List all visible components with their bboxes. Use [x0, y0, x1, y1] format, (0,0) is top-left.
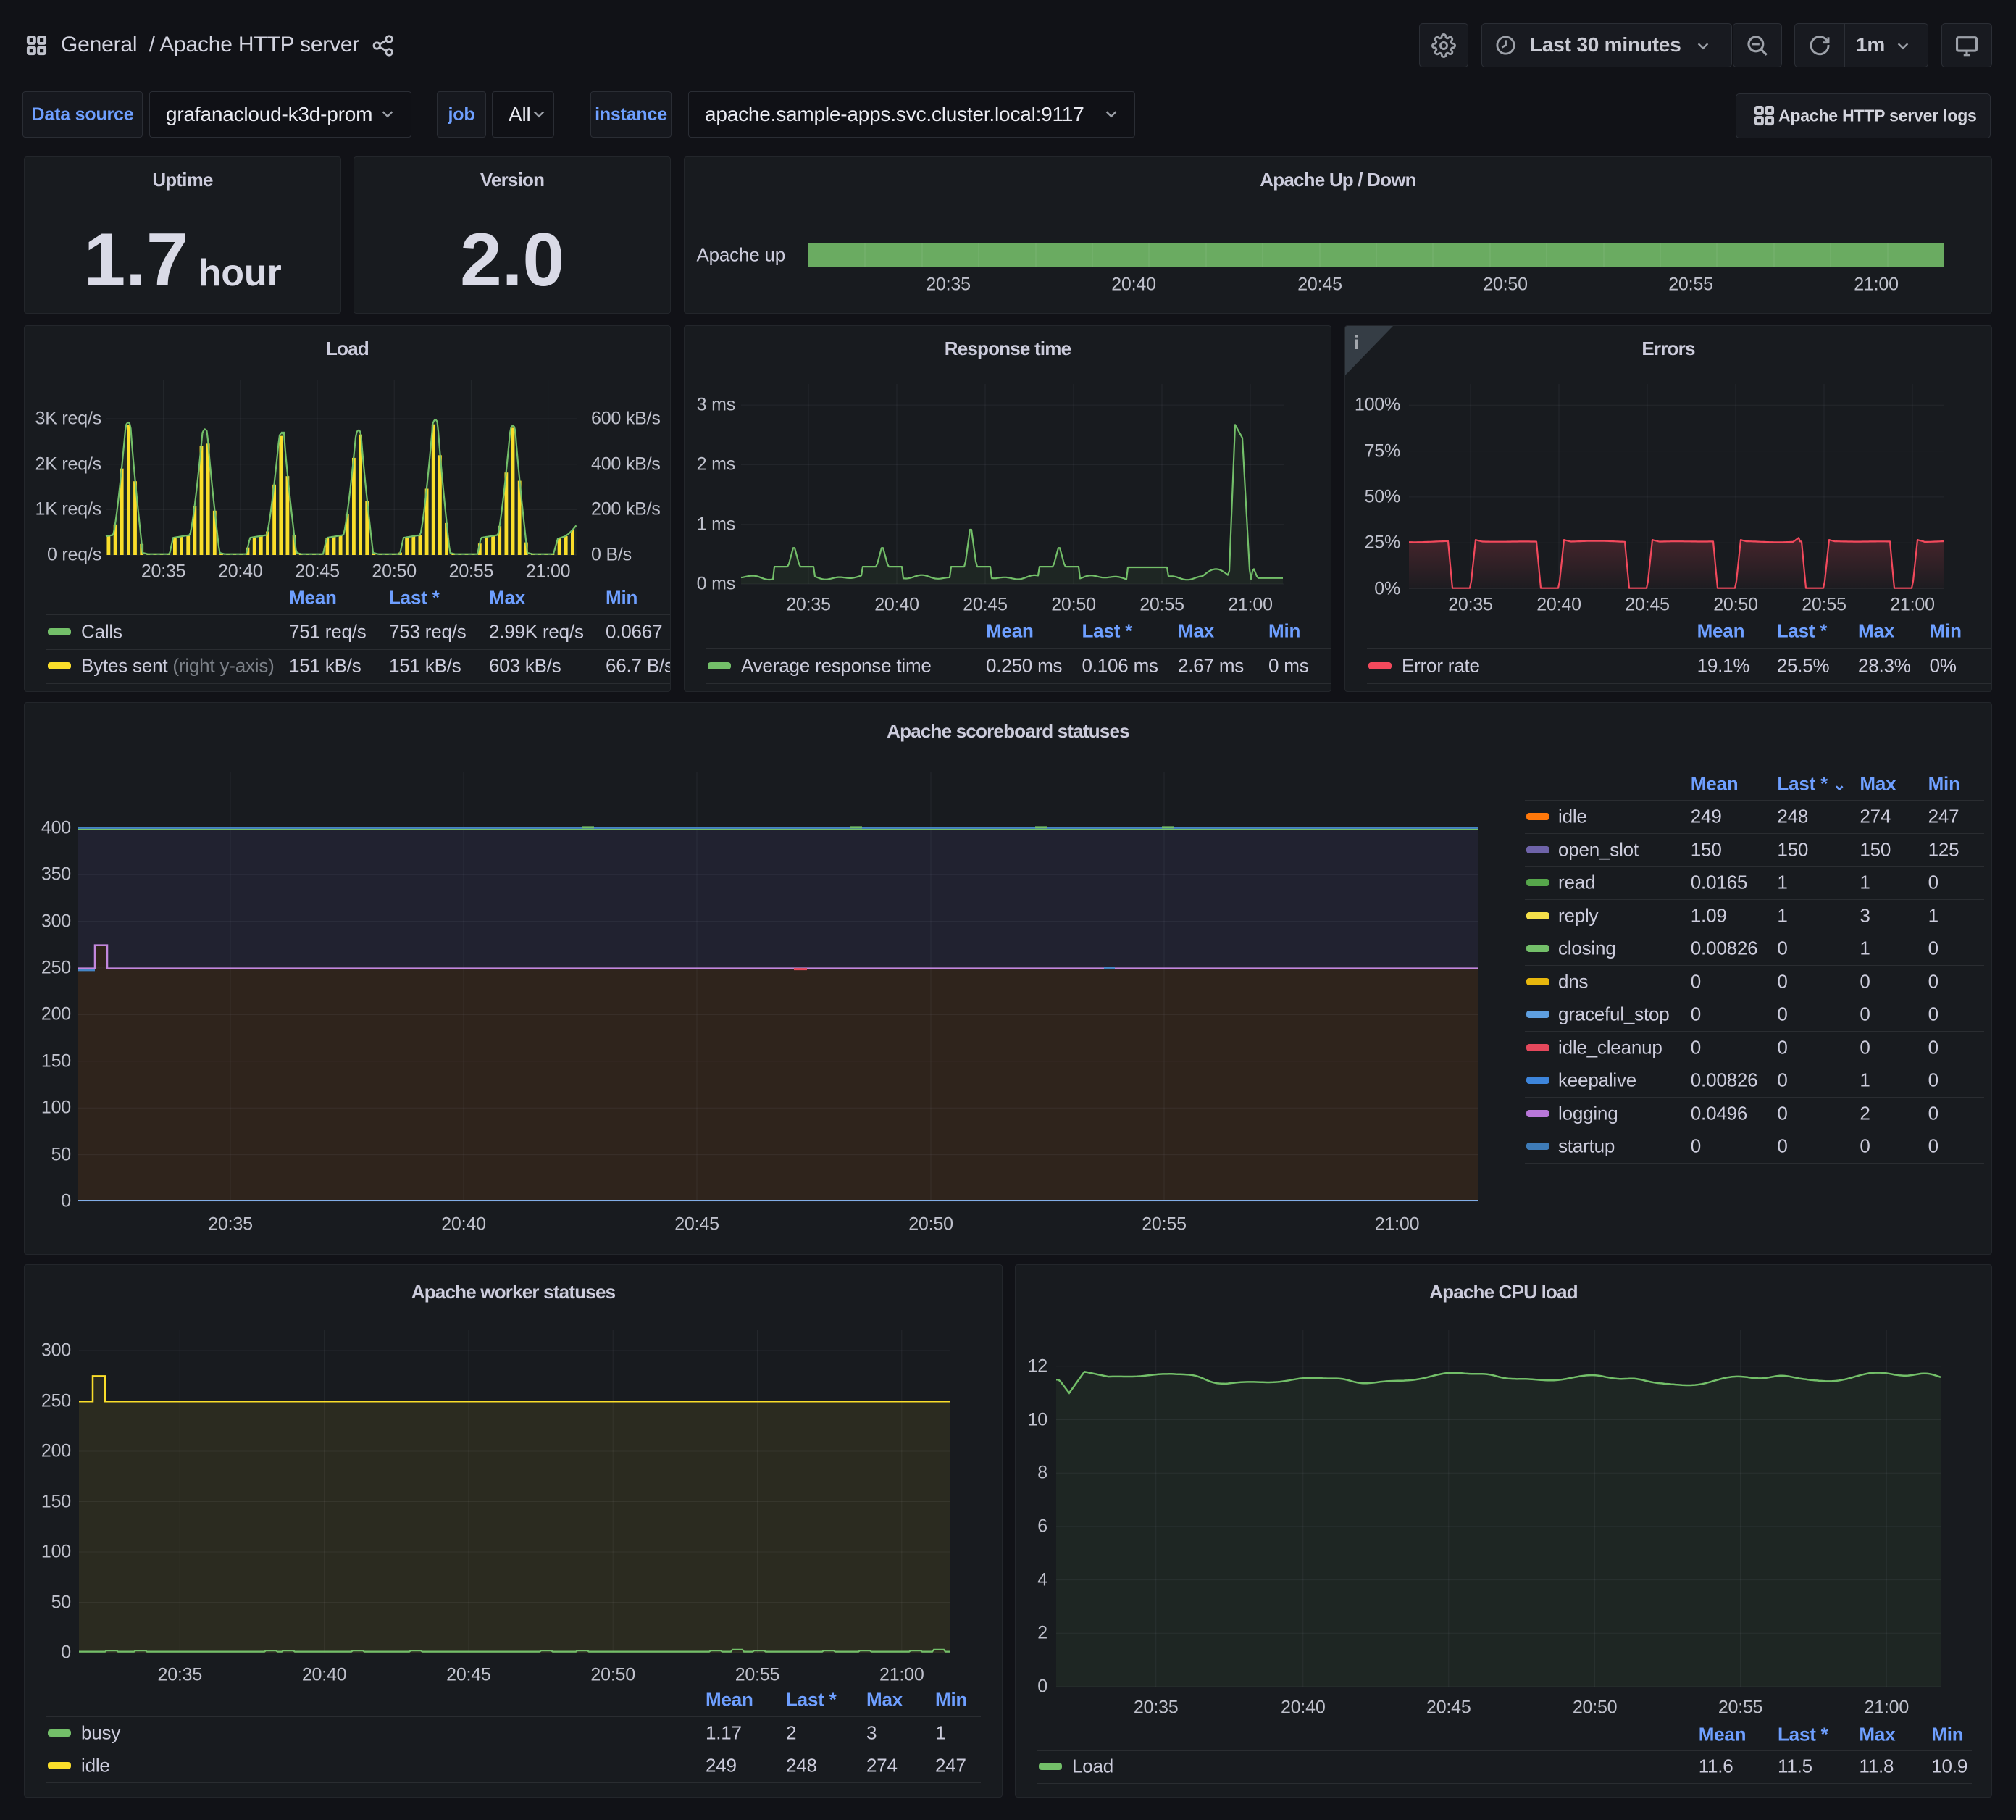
svg-text:i: i [1354, 332, 1359, 354]
